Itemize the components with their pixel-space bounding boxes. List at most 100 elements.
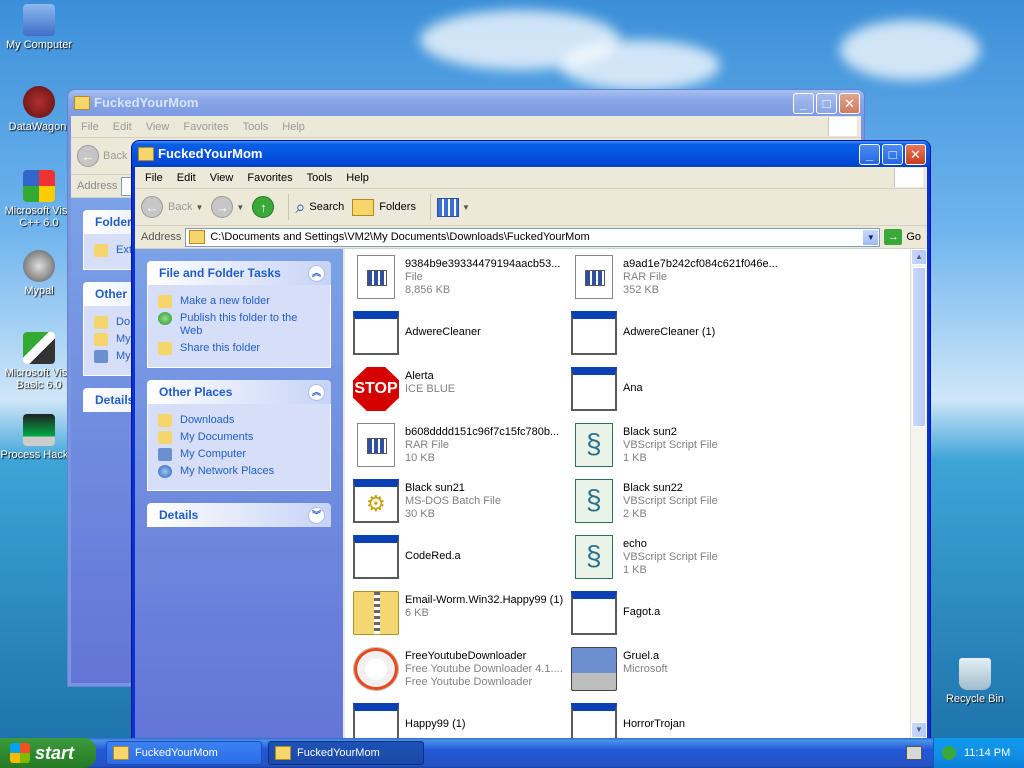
panel-item-label: Ext bbox=[116, 244, 132, 256]
close-button[interactable]: ✕ bbox=[839, 93, 860, 114]
share-folder-icon bbox=[158, 342, 172, 355]
file-meta: VBScript Script File bbox=[623, 439, 718, 451]
back-button[interactable]: ← Back ▼ bbox=[141, 196, 203, 218]
address-input[interactable]: C:\Documents and Settings\VM2\My Documen… bbox=[185, 227, 881, 247]
taskbar-button-window-2[interactable]: FuckedYourMom bbox=[268, 741, 424, 765]
minimize-button[interactable]: _ bbox=[859, 144, 880, 165]
start-button[interactable]: start bbox=[0, 738, 96, 768]
file-item[interactable]: FreeYoutubeDownloader Free Youtube Downlo… bbox=[349, 645, 563, 693]
file-item[interactable]: STOP Alerta ICE BLUE bbox=[349, 365, 563, 413]
scroll-up-button[interactable]: ▲ bbox=[911, 249, 927, 265]
task-publish-web[interactable]: Publish this folder to the Web bbox=[158, 312, 320, 338]
file-item[interactable]: Fagot.a bbox=[567, 589, 781, 637]
desktop-icon-vb[interactable]: Microsoft Visu Basic 6.0 bbox=[0, 332, 78, 391]
menu-help[interactable]: Help bbox=[276, 121, 313, 133]
windows-logo-icon bbox=[828, 117, 857, 136]
file-item[interactable]: b608dddd151c96f7c15fc780b... RAR File 10 K… bbox=[349, 421, 563, 469]
file-item[interactable]: HorrorTrojan bbox=[567, 701, 781, 738]
file-item[interactable]: Gruel.a Microsoft bbox=[567, 645, 781, 693]
scroll-thumb[interactable] bbox=[912, 267, 926, 427]
menu-favorites[interactable]: Favorites bbox=[177, 121, 236, 133]
go-button[interactable]: → Go bbox=[884, 229, 921, 245]
file-item[interactable]: echoVBScript Script File1 KB bbox=[567, 533, 781, 581]
close-button[interactable]: ✕ bbox=[905, 144, 926, 165]
window-app-icon bbox=[571, 311, 617, 355]
file-text: Happy99 (1) bbox=[405, 718, 565, 731]
scroll-down-button[interactable]: ▼ bbox=[911, 722, 927, 738]
folders-button[interactable]: Folders bbox=[352, 198, 416, 216]
file-list[interactable]: 9384b9e39334479194aacb53... File 8,856 KB a… bbox=[345, 249, 911, 738]
desktop-icon-mypal[interactable]: Mypal bbox=[0, 250, 78, 297]
file-item[interactable]: CodeRed.a bbox=[349, 533, 563, 581]
place-my-network-places[interactable]: My Network Places bbox=[158, 465, 320, 478]
taskbar-button-window-1[interactable]: FuckedYourMom bbox=[106, 741, 262, 765]
place-my-documents[interactable]: My Documents bbox=[158, 431, 320, 444]
new-folder-icon bbox=[158, 295, 172, 308]
file-meta: 352 KB bbox=[623, 284, 660, 296]
panel-header[interactable]: Details ︾ bbox=[147, 503, 331, 527]
desktop-icon-my-computer[interactable]: My Computer bbox=[0, 4, 78, 51]
tray-app-icon[interactable] bbox=[942, 746, 956, 760]
menu-file[interactable]: File bbox=[75, 121, 107, 133]
file-item[interactable]: Happy99 (1) bbox=[349, 701, 563, 738]
file-item[interactable]: Black sun2VBScript Script File1 KB bbox=[567, 421, 781, 469]
title-bar[interactable]: FuckedYourMom _ □ ✕ bbox=[132, 141, 930, 167]
desktop-icon-vcpp[interactable]: Microsoft Visu C++ 6.0 bbox=[0, 170, 78, 229]
back-button[interactable]: ← Back bbox=[77, 145, 127, 167]
file-meta: VBScript Script File bbox=[623, 495, 718, 507]
explorer-window-front[interactable]: FuckedYourMom _ □ ✕ File Edit View Favor… bbox=[132, 141, 930, 738]
forward-button[interactable]: → ▼ bbox=[211, 196, 244, 218]
collapse-icon[interactable]: ︽ bbox=[308, 265, 325, 282]
go-arrow-icon: → bbox=[884, 229, 903, 245]
keyboard-icon[interactable] bbox=[906, 746, 922, 760]
file-item[interactable]: 9384b9e39334479194aacb53... File 8,856 KB bbox=[349, 253, 563, 301]
maximize-button[interactable]: □ bbox=[816, 93, 837, 114]
task-share-folder[interactable]: Share this folder bbox=[158, 342, 320, 355]
title-bar[interactable]: FuckedYourMom _ □ ✕ bbox=[68, 90, 864, 116]
place-downloads[interactable]: Downloads bbox=[158, 414, 320, 427]
menu-tools[interactable]: Tools bbox=[301, 172, 341, 184]
rar-icon bbox=[575, 255, 613, 299]
desktop-icon-process-hacker[interactable]: Process Hack 2 bbox=[0, 414, 78, 461]
task-new-folder[interactable]: Make a new folder bbox=[158, 295, 320, 308]
desktop-icon-datawagon[interactable]: DataWagon. bbox=[0, 86, 78, 133]
file-item[interactable]: Black sun21MS-DOS Batch File30 KB bbox=[349, 477, 563, 525]
menu-edit[interactable]: Edit bbox=[171, 172, 204, 184]
file-item[interactable]: Email-Worm.Win32.Happy99 (1) 6 KB bbox=[349, 589, 563, 637]
computer-app-icon bbox=[571, 647, 617, 691]
clock[interactable]: 11:14 PM bbox=[964, 747, 1010, 759]
maximize-button[interactable]: □ bbox=[882, 144, 903, 165]
menu-view[interactable]: View bbox=[140, 121, 178, 133]
search-button[interactable]: ⌕ Search bbox=[295, 197, 344, 218]
collapse-icon[interactable]: ︽ bbox=[308, 384, 325, 401]
desktop-icon-recycle-bin[interactable]: Recycle Bin bbox=[936, 658, 1014, 705]
panel-header[interactable]: File and Folder Tasks ︽ bbox=[147, 261, 331, 285]
views-button[interactable]: ▼ bbox=[436, 197, 470, 217]
file-item[interactable]: a9ad1e7b242cf084c621f046e... RAR File 352 … bbox=[567, 253, 781, 301]
expand-icon[interactable]: ︾ bbox=[308, 507, 325, 524]
file-item[interactable]: Ana bbox=[567, 365, 781, 413]
file-name: echo bbox=[623, 538, 647, 550]
panel-header[interactable]: Other Places ︽ bbox=[147, 380, 331, 404]
file-item[interactable]: AdwereCleaner (1) bbox=[567, 309, 781, 357]
file-name: 9384b9e39334479194aacb53... bbox=[405, 258, 561, 270]
panel-title: File and Folder Tasks bbox=[159, 266, 281, 280]
menu-edit[interactable]: Edit bbox=[107, 121, 140, 133]
menu-tools[interactable]: Tools bbox=[237, 121, 277, 133]
menu-help[interactable]: Help bbox=[340, 172, 377, 184]
menu-favorites[interactable]: Favorites bbox=[241, 172, 300, 184]
menu-file[interactable]: File bbox=[139, 172, 171, 184]
chevron-down-icon: ▼ bbox=[236, 202, 245, 212]
menu-view[interactable]: View bbox=[204, 172, 242, 184]
up-folder-button[interactable]: ↑ bbox=[252, 196, 275, 218]
minimize-button[interactable]: _ bbox=[793, 93, 814, 114]
system-tray: 11:14 PM bbox=[933, 738, 1024, 768]
file-item[interactable]: AdwereCleaner bbox=[349, 309, 563, 357]
place-my-computer[interactable]: My Computer bbox=[158, 448, 320, 461]
vertical-scrollbar[interactable]: ▲ ▼ bbox=[910, 249, 927, 738]
taskbar-button-label: FuckedYourMom bbox=[297, 747, 380, 759]
stop-icon: STOP bbox=[353, 367, 399, 411]
file-item[interactable]: Black sun22VBScript Script File2 KB bbox=[567, 477, 781, 525]
address-dropdown-button[interactable]: ▼ bbox=[862, 228, 880, 246]
task-pane: File and Folder Tasks ︽ Make a new folde… bbox=[135, 249, 343, 738]
